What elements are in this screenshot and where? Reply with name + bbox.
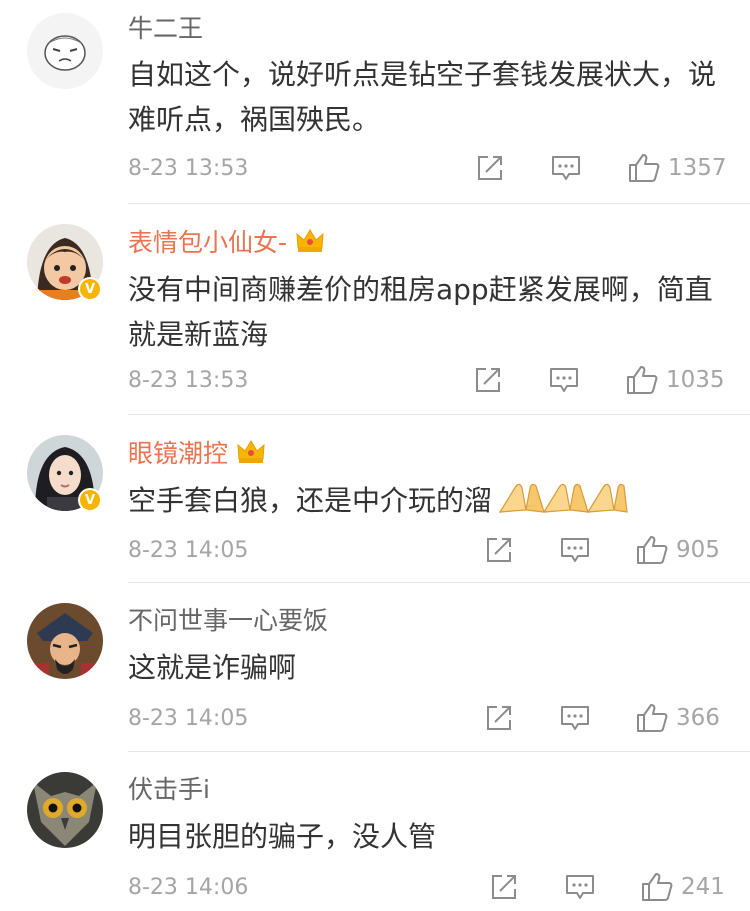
share-icon <box>487 538 511 562</box>
avatar[interactable] <box>27 603 103 679</box>
share-button[interactable] <box>474 366 502 394</box>
commenter-name[interactable]: 伏击手i <box>128 775 210 805</box>
commenter-name[interactable]: 不问世事一心要饭 <box>128 606 328 636</box>
pray-hands-emoji <box>496 480 628 529</box>
comment-item: V 表情包小仙女- 没有中间商赚差价的租房app赶紧发展啊，简直就是新蓝海 8-… <box>0 204 750 415</box>
share-button[interactable] <box>476 154 504 182</box>
reply-button[interactable] <box>565 873 595 901</box>
comment-icon <box>561 706 589 730</box>
thumbs-up-icon <box>637 704 668 732</box>
comment-time: 8-23 13:53 <box>128 368 249 393</box>
share-icon <box>478 156 502 180</box>
comment-item: 牛二王 自如这个，说好听点是钻空子套钱发展状大，说难听点，祸国殃民。 8-23 … <box>0 0 750 204</box>
comment-item: 伏击手i 明目张胆的骗子，没人管 8-23 14:06 241 <box>0 752 750 911</box>
comment-icon <box>566 875 594 899</box>
like-count: 1357 <box>668 155 727 181</box>
like-count: 905 <box>676 537 720 563</box>
comment-icon <box>550 368 578 392</box>
share-icon <box>492 875 516 899</box>
comment-time: 8-23 14:06 <box>128 875 249 900</box>
comment-text: 没有中间商赚差价的租房app赶紧发展啊，简直就是新蓝海 <box>128 273 713 351</box>
like-count: 241 <box>681 874 725 900</box>
comment-item: 不问世事一心要饭 这就是诈骗啊 8-23 14:05 366 <box>0 583 750 752</box>
vip-crown-icon <box>296 229 324 252</box>
like-button[interactable]: 1357 <box>628 153 727 183</box>
avatar[interactable] <box>27 772 103 848</box>
comment-text: 明目张胆的骗子，没人管 <box>128 820 437 853</box>
share-button[interactable] <box>490 873 518 901</box>
commenter-name[interactable]: 牛二王 <box>128 14 203 44</box>
vip-crown-icon <box>237 440 265 463</box>
verified-badge: V <box>78 277 102 301</box>
comment-icon <box>561 538 589 562</box>
verified-v-icon: V <box>80 490 100 510</box>
comment-time: 8-23 14:05 <box>128 706 249 731</box>
comment-time: 8-23 13:53 <box>128 156 249 181</box>
comment-list: 牛二王 自如这个，说好听点是钻空子套钱发展状大，说难听点，祸国殃民。 8-23 … <box>0 0 750 911</box>
thumbs-up-icon <box>627 366 658 394</box>
comment-text: 空手套白狼，还是中介玩的溜 <box>128 478 728 529</box>
comment-time: 8-23 14:05 <box>128 538 249 563</box>
verified-badge: V <box>78 488 102 512</box>
reply-button[interactable] <box>560 704 590 732</box>
comment-text: 自如这个，说好听点是钻空子套钱发展状大，说难听点，祸国殃民。 <box>128 58 717 136</box>
avatar[interactable] <box>27 13 103 89</box>
commenter-name-text: 表情包小仙女- <box>128 228 288 257</box>
commenter-name[interactable]: 表情包小仙女- <box>128 226 325 258</box>
thumbs-up-icon <box>642 873 673 901</box>
like-button[interactable]: 1035 <box>626 365 725 395</box>
reply-button[interactable] <box>560 536 590 564</box>
share-icon <box>476 368 500 392</box>
like-button[interactable]: 241 <box>641 872 725 902</box>
reply-button[interactable] <box>551 154 581 182</box>
share-button[interactable] <box>485 704 513 732</box>
comment-text-content: 空手套白狼，还是中介玩的溜 <box>128 484 493 517</box>
thumbs-up-icon <box>637 536 668 564</box>
share-button[interactable] <box>485 536 513 564</box>
like-button[interactable]: 905 <box>636 535 720 565</box>
commenter-name-text: 眼镜潮控 <box>128 439 229 468</box>
verified-v-icon: V <box>80 279 100 299</box>
like-count: 1035 <box>666 367 725 393</box>
like-count: 366 <box>676 705 720 731</box>
comment-icon <box>552 156 580 180</box>
reply-button[interactable] <box>549 366 579 394</box>
thumbs-up-icon <box>629 154 660 182</box>
share-icon <box>487 706 511 730</box>
comment-item: V 眼镜潮控 空手套白狼，还是中介玩的溜 8-23 14:05 905 <box>0 415 750 583</box>
like-button[interactable]: 366 <box>636 703 720 733</box>
comment-text: 这就是诈骗啊 <box>128 651 297 684</box>
commenter-name[interactable]: 眼镜潮控 <box>128 437 266 469</box>
